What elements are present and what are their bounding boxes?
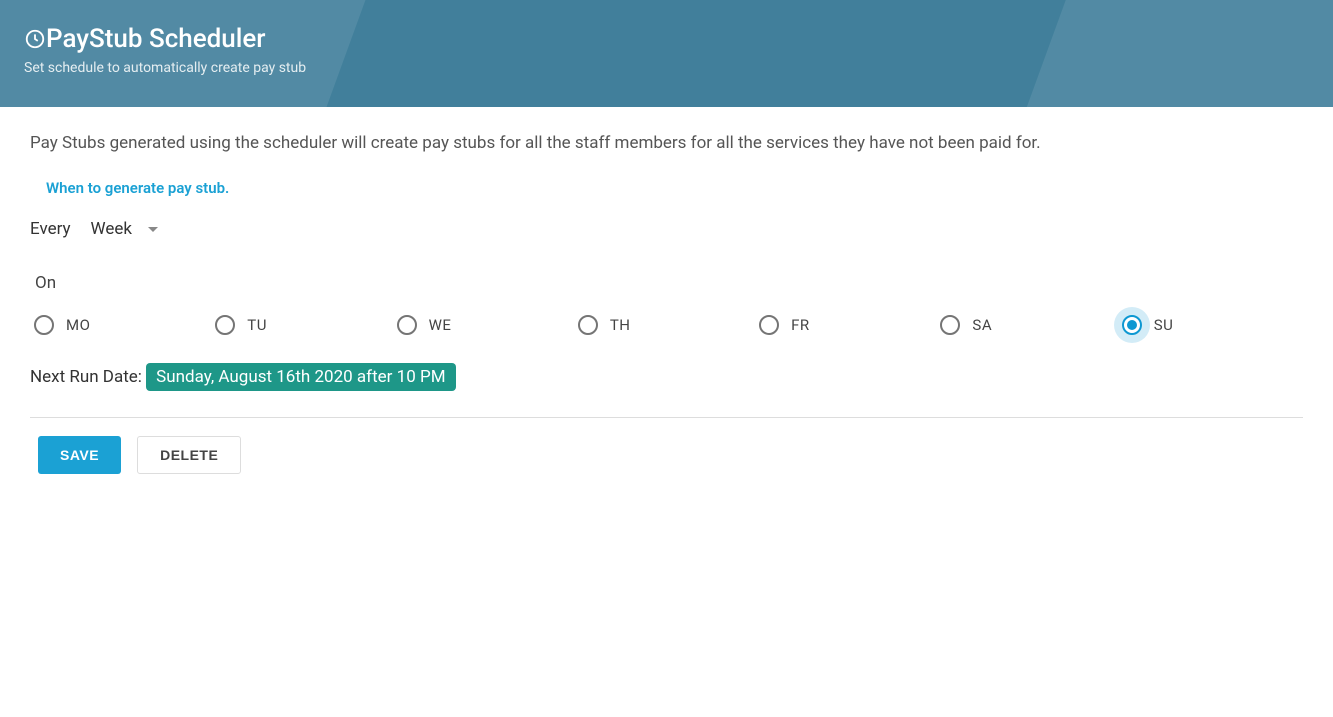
next-run-badge: Sunday, August 16th 2020 after 10 PM [146,363,455,391]
page-header: PayStub Scheduler Set schedule to automa… [0,0,1333,107]
frequency-dropdown[interactable]: Week [91,219,158,239]
delete-button[interactable]: Delete [137,436,241,474]
day-option-th[interactable]: TH [578,315,759,335]
day-option-su[interactable]: SU [1122,315,1303,335]
description-text: Pay Stubs generated using the scheduler … [30,133,1303,153]
radio-icon [578,315,598,335]
divider [30,417,1303,418]
on-label: On [35,273,1303,293]
day-label: WE [429,316,452,334]
section-label: When to generate pay stub. [46,179,1303,197]
day-option-tu[interactable]: TU [215,315,396,335]
day-label: MO [66,316,90,334]
day-label: TU [247,316,267,334]
radio-icon [215,315,235,335]
day-option-sa[interactable]: SA [940,315,1121,335]
frequency-row: Every Week [30,219,1303,239]
radio-icon [759,315,779,335]
page-subtitle: Set schedule to automatically create pay… [24,60,1309,76]
days-row: MO TU WE TH FR SA SU [30,315,1303,335]
chevron-down-icon [148,227,158,232]
day-option-fr[interactable]: FR [759,315,940,335]
frequency-label: Every [30,219,71,239]
frequency-value: Week [91,219,132,239]
content-area: Pay Stubs generated using the scheduler … [6,107,1327,498]
next-run-row: Next Run Date: Sunday, August 16th 2020 … [30,363,1303,391]
radio-icon [1122,315,1142,335]
day-label: SA [972,316,992,334]
next-run-label: Next Run Date: [30,367,146,387]
save-button[interactable]: Save [38,436,121,474]
day-label: FR [791,316,810,334]
radio-icon [34,315,54,335]
radio-icon [397,315,417,335]
day-option-we[interactable]: WE [397,315,578,335]
page-title: PayStub Scheduler [46,24,266,54]
radio-icon [940,315,960,335]
day-label: SU [1154,316,1174,334]
day-label: TH [610,316,631,334]
clock-icon [24,28,46,50]
button-row: Save Delete [30,436,1303,474]
day-option-mo[interactable]: MO [34,315,215,335]
